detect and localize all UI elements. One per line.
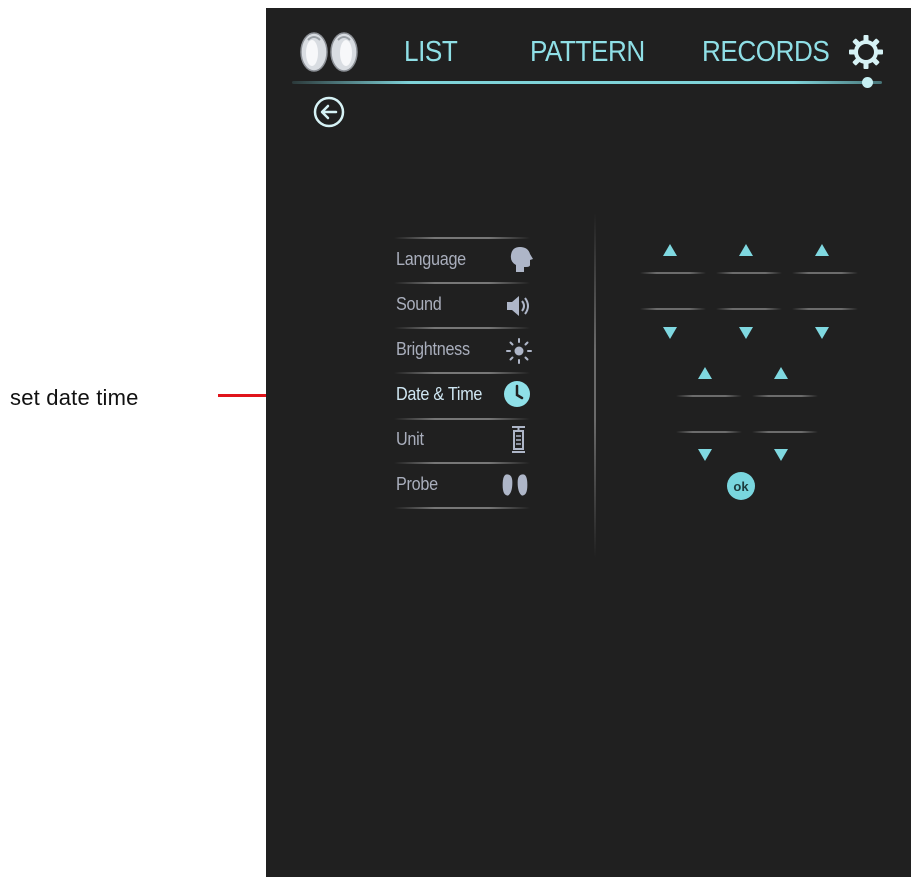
date-field-3-bottom-line xyxy=(792,308,858,310)
tab-list[interactable]: LIST xyxy=(404,36,458,69)
menu-divider xyxy=(394,237,530,239)
clock-icon xyxy=(504,381,530,407)
time-field-2-top-line xyxy=(752,395,818,397)
menu-item-unit[interactable]: Unit xyxy=(396,420,536,460)
menu-divider xyxy=(394,327,530,329)
probe-pair-icon xyxy=(300,32,358,72)
ok-button[interactable]: ok xyxy=(727,472,755,500)
time-field-1-bottom-line xyxy=(676,431,742,433)
device-screen: LIST PATTERN RECORDS Language Sound Brig… xyxy=(266,8,911,877)
sun-icon xyxy=(506,338,532,364)
menu-item-date-time[interactable]: Date & Time xyxy=(396,375,536,415)
annotation-label: set date time xyxy=(10,385,139,410)
speaker-icon xyxy=(507,296,529,316)
menu-item-probe[interactable]: Probe xyxy=(396,465,536,505)
menu-divider xyxy=(394,462,530,464)
date-field-1-increment[interactable] xyxy=(662,243,678,257)
date-field-2-decrement[interactable] xyxy=(738,326,754,340)
header-indicator-dot xyxy=(862,77,873,88)
header-underline xyxy=(292,81,882,84)
time-field-2-bottom-line xyxy=(752,431,818,433)
tab-records[interactable]: RECORDS xyxy=(702,36,830,69)
menu-item-label: Probe xyxy=(396,474,438,494)
date-field-3-increment[interactable] xyxy=(814,243,830,257)
head-profile-icon xyxy=(510,247,533,272)
back-arrow-circle-icon[interactable] xyxy=(312,95,346,129)
menu-item-sound[interactable]: Sound xyxy=(396,285,536,325)
time-field-2-increment[interactable] xyxy=(773,366,789,380)
date-field-3-top-line xyxy=(792,272,858,274)
date-field-3-decrement[interactable] xyxy=(814,326,830,340)
date-field-2-bottom-line xyxy=(716,308,782,310)
time-field-1-increment[interactable] xyxy=(697,366,713,380)
menu-item-label: Unit xyxy=(396,429,424,449)
menu-divider xyxy=(394,507,530,509)
menu-item-label: Sound xyxy=(396,294,442,314)
vertical-separator xyxy=(594,213,596,558)
date-field-1-bottom-line xyxy=(640,308,706,310)
tab-pattern[interactable]: PATTERN xyxy=(530,36,645,69)
time-field-1-decrement[interactable] xyxy=(697,448,713,462)
menu-item-brightness[interactable]: Brightness xyxy=(396,330,536,370)
menu-item-language[interactable]: Language xyxy=(396,240,536,280)
ruler-icon xyxy=(512,426,525,453)
menu-item-label: Date & Time xyxy=(396,384,483,404)
menu-divider xyxy=(394,372,530,374)
time-field-1-top-line xyxy=(676,395,742,397)
date-field-1-decrement[interactable] xyxy=(662,326,678,340)
date-field-2-increment[interactable] xyxy=(738,243,754,257)
menu-item-label: Language xyxy=(396,249,466,269)
date-field-2-top-line xyxy=(716,272,782,274)
footprints-icon xyxy=(502,474,528,496)
menu-item-label: Brightness xyxy=(396,339,470,359)
date-field-1-top-line xyxy=(640,272,706,274)
gear-icon[interactable] xyxy=(848,34,884,70)
time-field-2-decrement[interactable] xyxy=(773,448,789,462)
menu-divider xyxy=(394,282,530,284)
